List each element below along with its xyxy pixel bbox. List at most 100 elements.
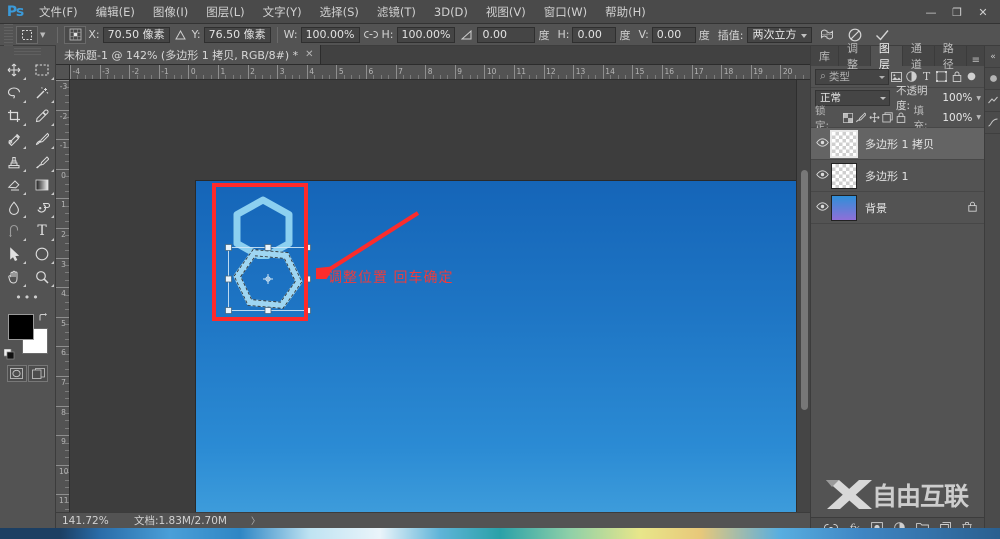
zoom-level[interactable]: 141.72% [56, 515, 120, 527]
tools-panel-grip[interactable] [14, 48, 41, 56]
tab-layers[interactable]: 图层 [870, 42, 903, 71]
menu-view[interactable]: 视图(V) [477, 0, 535, 24]
clone-stamp-tool[interactable] [0, 150, 28, 173]
more-tools-icon[interactable]: ••• [0, 288, 56, 306]
panel-menu-icon[interactable]: ≡ [967, 55, 985, 66]
layer-visibility-icon[interactable] [813, 169, 831, 182]
tab-paths[interactable]: 路径 [935, 42, 967, 71]
brush-lock-icon[interactable] [854, 110, 867, 126]
foreground-color-swatch[interactable] [8, 314, 34, 340]
skew-h-input[interactable]: 0.00 [572, 26, 617, 43]
lasso-tool[interactable] [0, 81, 28, 104]
healing-brush-tool[interactable] [0, 127, 28, 150]
path-selection-tool[interactable] [0, 242, 28, 265]
menu-type[interactable]: 文字(Y) [254, 0, 311, 24]
height-input[interactable]: 100.00% [396, 26, 456, 43]
layer-thumbnail[interactable] [831, 194, 857, 221]
minimize-button[interactable]: — [918, 2, 944, 22]
opacity-value[interactable]: 100% [942, 92, 972, 104]
rotate-icon[interactable] [457, 26, 475, 44]
eyedropper-tool[interactable] [28, 104, 56, 127]
rail-color-icon[interactable] [985, 68, 1000, 90]
hand-tool[interactable] [0, 265, 28, 288]
default-colors-icon[interactable] [3, 348, 15, 360]
move-lock-icon[interactable] [868, 110, 881, 126]
tab-adjustments[interactable]: 调整 [839, 42, 871, 71]
layer-row-polygon-copy[interactable]: 多边形 1 拷贝 [811, 128, 985, 160]
menu-image[interactable]: 图像(I) [144, 0, 197, 24]
all-lock-icon[interactable] [894, 110, 907, 126]
crop-tool[interactable] [0, 104, 28, 127]
zoom-tool[interactable] [28, 265, 56, 288]
layer-name[interactable]: 多边形 1 [865, 168, 909, 184]
swap-colors-icon[interactable] [38, 312, 49, 326]
layer-visibility-icon[interactable] [813, 137, 831, 150]
menu-edit[interactable]: 编辑(E) [87, 0, 144, 24]
tab-channels[interactable]: 通道 [903, 42, 935, 71]
filter-toggle-icon[interactable]: ● [964, 69, 979, 85]
restore-button[interactable]: ❐ [944, 2, 970, 22]
vertical-scroll-thumb[interactable] [801, 170, 808, 410]
artboard[interactable]: 调整位置 回车确定 [196, 181, 810, 524]
menu-file[interactable]: 文件(F) [30, 0, 87, 24]
smart-filter-icon[interactable] [949, 69, 964, 85]
warp-icon[interactable] [818, 26, 836, 44]
menu-window[interactable]: 窗口(W) [535, 0, 596, 24]
menu-3d[interactable]: 3D(D) [425, 0, 477, 24]
menu-help[interactable]: 帮助(H) [596, 0, 655, 24]
eraser-tool[interactable] [0, 173, 28, 196]
tool-preset-caret-icon[interactable]: ▼ [40, 31, 45, 39]
tab-library[interactable]: 库 [811, 46, 839, 66]
fill-caret-icon[interactable]: ▼ [976, 114, 981, 121]
transparency-lock-icon[interactable] [841, 110, 854, 126]
layer-name[interactable]: 背景 [865, 200, 887, 216]
move-tool[interactable] [0, 58, 28, 81]
canvas-area[interactable]: 调整位置 回车确定 [70, 80, 810, 524]
opacity-caret-icon[interactable]: ▼ [976, 95, 981, 102]
rail-expand-icon[interactable]: « [985, 46, 1000, 68]
artboard-lock-icon[interactable] [881, 110, 894, 126]
reference-point-selector[interactable] [64, 25, 87, 44]
layer-name[interactable]: 多边形 1 拷贝 [865, 136, 934, 152]
vertical-scrollbar[interactable] [796, 80, 810, 524]
menu-layer[interactable]: 图层(L) [197, 0, 253, 24]
ellipse-shape-tool[interactable] [28, 242, 56, 265]
layer-visibility-icon[interactable] [813, 201, 831, 214]
dodge-tool[interactable] [28, 196, 56, 219]
x-input[interactable]: 70.50 像素 [102, 26, 170, 43]
filter-kind-select[interactable]: ⌕ 类型 [815, 68, 889, 85]
horizontal-ruler[interactable]: -4 -3 -2 -1 0 1 2 3 4 5 6 7 8 9 10 11 12 13 14 15 16 17 18 19 20 [70, 65, 810, 80]
pen-tool[interactable] [0, 219, 28, 242]
interpolation-select[interactable]: 两次立方 [746, 26, 812, 43]
history-brush-tool[interactable] [28, 150, 56, 173]
skew-v-input[interactable]: 0.00 [651, 26, 696, 43]
brush-tool[interactable] [28, 127, 56, 150]
tab-close-icon[interactable]: ✕ [305, 49, 313, 60]
fill-value[interactable]: 100% [942, 112, 972, 124]
blur-tool[interactable] [0, 196, 28, 219]
menu-select[interactable]: 选择(S) [311, 0, 368, 24]
marquee-tool[interactable] [28, 58, 56, 81]
angle-input[interactable]: 0.00 [477, 26, 536, 43]
relative-position-icon[interactable] [172, 26, 190, 44]
type-tool[interactable]: T [28, 219, 56, 242]
rail-curves-icon[interactable] [985, 112, 1000, 134]
y-input[interactable]: 76.50 像素 [203, 26, 271, 43]
layer-row-background[interactable]: 背景 [811, 192, 985, 224]
options-bar-grip[interactable] [4, 23, 13, 46]
menu-filter[interactable]: 滤镜(T) [368, 0, 425, 24]
gradient-tool[interactable] [28, 173, 56, 196]
quick-mask-icon[interactable] [6, 365, 27, 382]
ruler-corner[interactable] [56, 65, 70, 80]
layer-row-polygon[interactable]: 多边形 1 [811, 160, 985, 192]
width-input[interactable]: 100.00% [300, 26, 360, 43]
active-tool-icon[interactable] [16, 25, 38, 44]
layer-thumbnail[interactable] [830, 129, 858, 158]
magic-wand-tool[interactable] [28, 81, 56, 104]
status-expand-icon[interactable]: 〉 [227, 514, 260, 527]
vertical-ruler[interactable]: -3 -2 -1 0 1 2 3 4 5 6 7 8 9 10 11 [56, 80, 70, 524]
link-aspect-icon[interactable] [362, 26, 380, 44]
screen-mode-icon[interactable] [28, 365, 49, 382]
document-tab[interactable]: 未标题-1 @ 142% (多边形 1 拷贝, RGB/8#) * ✕ [56, 45, 321, 64]
layer-thumbnail[interactable] [831, 162, 857, 189]
